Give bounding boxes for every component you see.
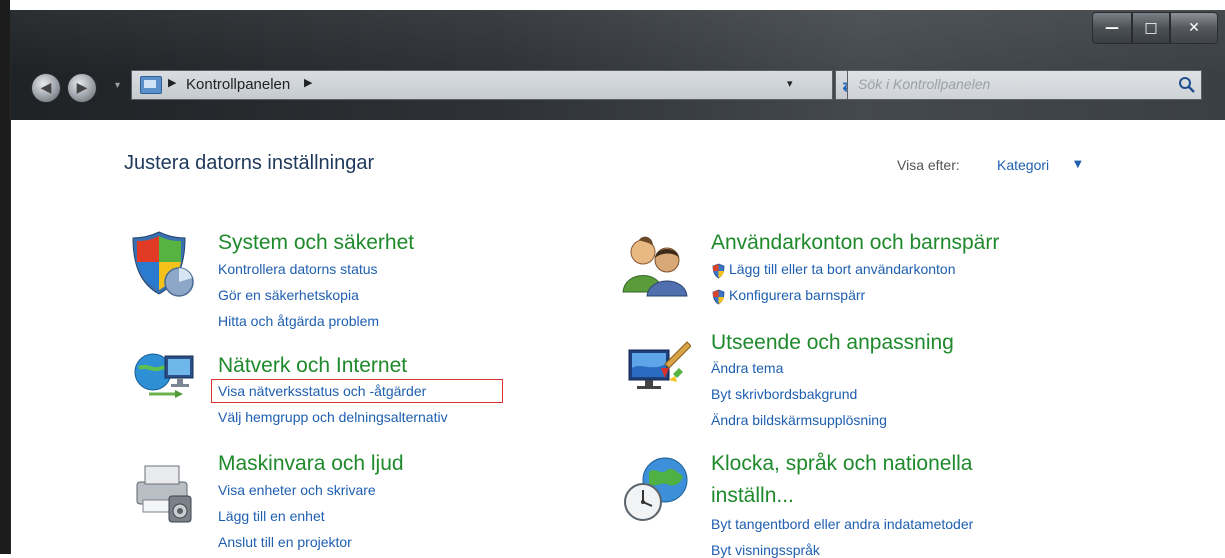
- appearance-personalization-icon[interactable]: [621, 338, 691, 402]
- maximize-button[interactable]: □: [1132, 12, 1170, 44]
- content-area: Justera datorns inställningar Visa efter…: [11, 120, 1225, 558]
- link-change-resolution[interactable]: Ändra bildskärmsupplösning: [711, 412, 887, 428]
- link-change-desktop-background[interactable]: Byt skrivbordsbakgrund: [711, 386, 857, 402]
- hardware-sound-icon[interactable]: [129, 456, 203, 526]
- address-dropdown-icon[interactable]: ▾: [787, 77, 793, 90]
- system-security-icon[interactable]: [129, 228, 197, 300]
- link-check-computer-status[interactable]: Kontrollera datorns status: [218, 261, 378, 277]
- breadcrumb-separator-icon[interactable]: ▶: [168, 76, 176, 89]
- uac-shield-icon: [712, 263, 725, 279]
- category-network-internet[interactable]: Nätverk och Internet: [218, 354, 407, 378]
- breadcrumb-control-panel[interactable]: Kontrollpanelen: [186, 76, 290, 93]
- link-add-remove-users[interactable]: Lägg till eller ta bort användarkonton: [729, 261, 955, 277]
- left-dark-edge: [0, 0, 10, 554]
- search-box[interactable]: Sök i Kontrollpanelen: [847, 70, 1202, 100]
- category-system-security[interactable]: System och säkerhet: [218, 231, 414, 255]
- link-change-display-language[interactable]: Byt visningsspråk: [711, 542, 820, 558]
- close-icon: ✕: [1188, 20, 1200, 36]
- view-by-label: Visa efter:: [897, 157, 960, 173]
- page-title: Justera datorns inställningar: [124, 152, 375, 174]
- category-appearance[interactable]: Utseende och anpassning: [711, 331, 954, 355]
- search-input[interactable]: Sök i Kontrollpanelen: [858, 76, 990, 92]
- clock-language-region-icon[interactable]: [621, 454, 697, 524]
- maximize-icon: □: [1144, 20, 1158, 36]
- link-add-device[interactable]: Lägg till en enhet: [218, 508, 325, 524]
- control-panel-window: — □ ✕ ◀ ▶ ▾ ▶ Kontrollpanelen ▶ ▾ ⇄ Sök …: [10, 10, 1225, 558]
- category-hardware-sound[interactable]: Maskinvara och ljud: [218, 452, 404, 476]
- link-change-theme[interactable]: Ändra tema: [711, 360, 783, 376]
- forward-button[interactable]: ▶: [67, 73, 97, 103]
- search-icon[interactable]: [1177, 75, 1197, 95]
- link-troubleshoot[interactable]: Hitta och åtgärda problem: [218, 313, 379, 329]
- category-clock-language-region-cont[interactable]: inställn...: [711, 484, 794, 508]
- breadcrumb-separator-icon[interactable]: ▶: [304, 76, 312, 89]
- highlight-box: [211, 379, 503, 403]
- chevron-down-icon[interactable]: ▼: [1074, 159, 1082, 170]
- window-controls: — □ ✕: [1092, 12, 1218, 44]
- category-clock-language-region[interactable]: Klocka, språk och nationella: [711, 452, 973, 476]
- uac-shield-icon: [712, 289, 725, 305]
- view-by-dropdown[interactable]: Kategori: [997, 157, 1049, 173]
- link-connect-projector[interactable]: Anslut till en projektor: [218, 534, 352, 550]
- back-button[interactable]: ◀: [31, 73, 61, 103]
- category-user-accounts[interactable]: Användarkonton och barnspärr: [711, 231, 999, 255]
- link-devices-printers[interactable]: Visa enheter och skrivare: [218, 482, 376, 498]
- link-parental-controls[interactable]: Konfigurera barnspärr: [729, 287, 865, 303]
- control-panel-icon: [140, 76, 162, 94]
- link-change-keyboard[interactable]: Byt tangentbord eller andra indatametode…: [711, 516, 973, 532]
- close-button[interactable]: ✕: [1170, 12, 1218, 44]
- forward-arrow-icon: ▶: [76, 80, 88, 96]
- user-accounts-icon[interactable]: [619, 232, 693, 298]
- minimize-icon: —: [1105, 20, 1119, 36]
- back-arrow-icon: ◀: [40, 80, 52, 96]
- recent-pages-dropdown[interactable]: ▾: [115, 80, 120, 91]
- link-homegroup-sharing[interactable]: Välj hemgrupp och delningsalternativ: [218, 409, 448, 425]
- minimize-button[interactable]: —: [1092, 12, 1132, 44]
- network-internet-icon[interactable]: [131, 342, 207, 410]
- address-bar[interactable]: ▶ Kontrollpanelen ▶ ▾: [131, 70, 833, 100]
- title-bar: — □ ✕ ◀ ▶ ▾ ▶ Kontrollpanelen ▶ ▾ ⇄ Sök …: [11, 10, 1225, 120]
- link-backup[interactable]: Gör en säkerhetskopia: [218, 287, 359, 303]
